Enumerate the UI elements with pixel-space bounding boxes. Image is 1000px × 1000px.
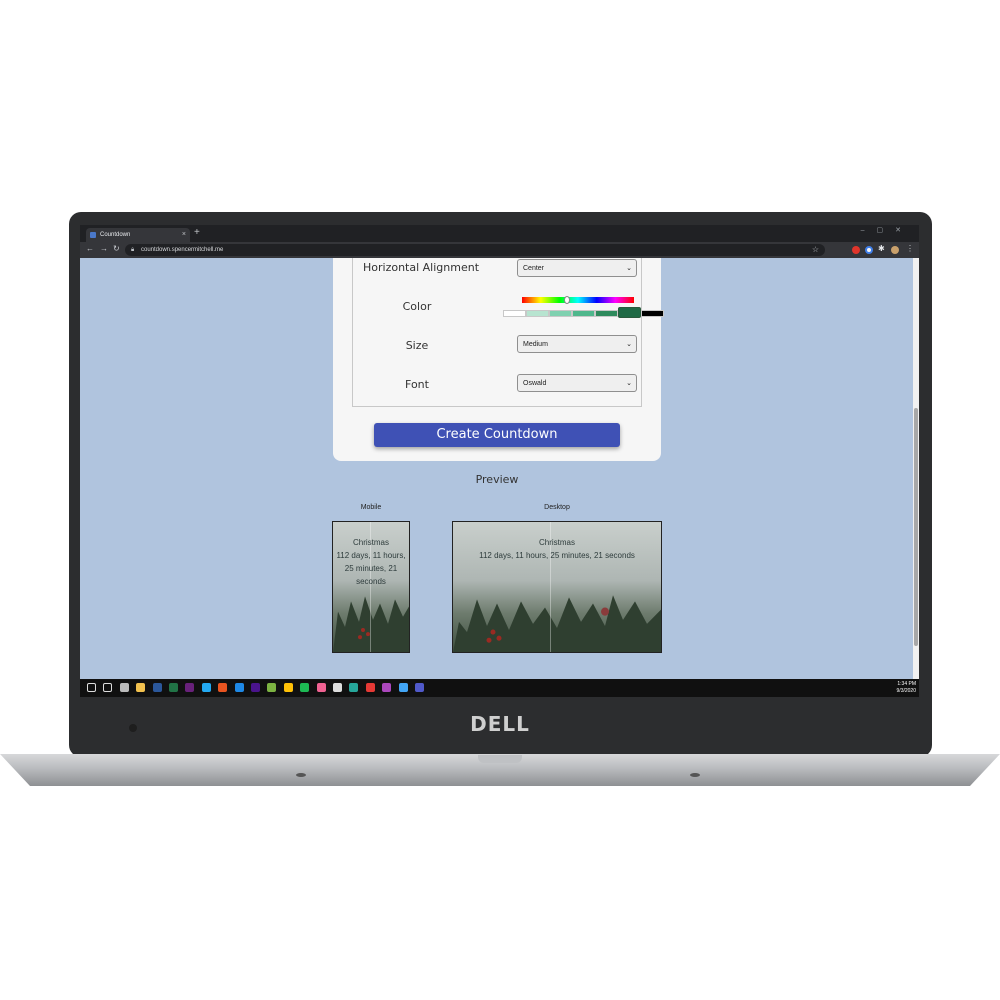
- new-tab-button[interactable]: +: [194, 227, 200, 238]
- preview-heading: Preview: [475, 473, 519, 486]
- forward-icon[interactable]: →: [100, 244, 108, 253]
- horizontal-alignment-select[interactable]: Center ⌄: [517, 259, 637, 277]
- size-label: Size: [405, 339, 429, 352]
- spotify-icon[interactable]: [300, 683, 310, 692]
- windows-taskbar: 1:34 PM 9/3/2020: [80, 679, 919, 697]
- ubuntu-icon[interactable]: [218, 683, 228, 692]
- menu-icon[interactable]: ⋮: [906, 244, 914, 253]
- horizontal-alignment-label: Horizontal Alignment: [362, 261, 480, 274]
- laptop-foot: [296, 773, 306, 777]
- mobile-preview-text: Christmas 112 days, 11 hours, 25 minutes…: [333, 536, 409, 588]
- style-fieldset: Horizontal Alignment Center ⌄ Color Size…: [352, 258, 664, 407]
- tab-close-icon[interactable]: ×: [182, 228, 186, 242]
- create-countdown-button[interactable]: Create Countdown: [374, 423, 620, 447]
- lock-icon: 🔒︎: [131, 247, 135, 253]
- color-swatch[interactable]: [526, 310, 549, 317]
- reload-icon[interactable]: ↻: [113, 244, 120, 253]
- settings-card: Horizontal Alignment Center ⌄ Color Size…: [333, 258, 664, 461]
- app-icon[interactable]: [398, 683, 408, 692]
- app-icon[interactable]: [365, 683, 375, 692]
- color-label: Color: [402, 300, 432, 313]
- color-swatch[interactable]: [595, 310, 618, 317]
- chevron-down-icon: ⌄: [626, 341, 632, 348]
- lid-notch: [478, 755, 522, 763]
- mobile-countdown-line: seconds: [356, 577, 386, 586]
- hue-slider[interactable]: [522, 296, 634, 304]
- mobile-countdown-line: 112 days, 11 hours,: [336, 551, 406, 560]
- desktop-preview: Christmas 112 days, 11 hours, 25 minutes…: [452, 521, 662, 653]
- color-swatch[interactable]: [549, 310, 572, 317]
- word-icon[interactable]: [152, 683, 162, 692]
- app-icon[interactable]: [267, 683, 277, 692]
- desktop-preview-label: Desktop: [544, 504, 570, 511]
- color-swatches: [503, 307, 664, 318]
- windows-start-icon[interactable]: [87, 683, 96, 692]
- app-icon[interactable]: [251, 683, 260, 692]
- foliage-image: [453, 594, 661, 652]
- file-explorer-icon[interactable]: [136, 683, 146, 692]
- extension-icon[interactable]: [852, 246, 860, 254]
- laptop-foot: [690, 773, 700, 777]
- page-viewport: Horizontal Alignment Center ⌄ Color Size…: [80, 258, 913, 679]
- excel-icon[interactable]: [169, 683, 178, 692]
- color-swatch[interactable]: [641, 310, 664, 317]
- mobile-countdown-line: 25 minutes, 21: [344, 564, 398, 573]
- color-swatch[interactable]: [572, 310, 595, 317]
- extensions-puzzle-icon[interactable]: ✱: [878, 244, 885, 253]
- browser-tab-bar: Countdown × + –▢✕: [80, 225, 919, 242]
- dell-logo: DELL: [470, 712, 530, 736]
- chrome-icon[interactable]: [119, 683, 129, 692]
- app-icon[interactable]: [349, 683, 359, 692]
- app-icon[interactable]: [382, 683, 392, 692]
- chevron-down-icon: ⌄: [626, 265, 632, 272]
- vscode-icon[interactable]: [201, 683, 211, 692]
- chevron-down-icon: ⌄: [626, 380, 632, 387]
- mobile-preview-label: Mobile: [360, 504, 382, 511]
- mobile-preview: Christmas 112 days, 11 hours, 25 minutes…: [332, 521, 410, 653]
- browser-tab[interactable]: Countdown ×: [86, 228, 190, 242]
- scrollbar-thumb[interactable]: [914, 408, 918, 646]
- webcam: [129, 724, 137, 732]
- teams-icon[interactable]: [415, 683, 424, 692]
- profile-avatar[interactable]: [891, 246, 899, 254]
- desktop-countdown: 112 days, 11 hours, 25 minutes, 21 secon…: [479, 551, 635, 560]
- clock-date: 9/3/2020: [896, 688, 916, 694]
- favicon-icon: [90, 232, 96, 238]
- size-select[interactable]: Medium ⌄: [517, 335, 637, 353]
- size-value: Medium: [523, 341, 548, 348]
- font-select[interactable]: Oswald ⌄: [517, 374, 637, 392]
- mobile-event-name: Christmas: [352, 538, 389, 547]
- url-text: countdown.spencermitchell.me: [141, 247, 224, 253]
- extension-icon[interactable]: [865, 246, 873, 254]
- color-swatch[interactable]: [503, 310, 526, 317]
- browser-toolbar: ← → ↻ 🔒︎ countdown.spencermitchell.me ☆ …: [80, 242, 919, 258]
- tab-title: Countdown: [100, 232, 131, 238]
- font-label: Font: [405, 378, 429, 391]
- address-bar[interactable]: 🔒︎ countdown.spencermitchell.me ☆: [125, 244, 825, 256]
- foliage-image: [333, 595, 409, 652]
- clock-time: 1:34 PM: [897, 681, 916, 687]
- hue-slider-handle[interactable]: [563, 296, 570, 304]
- task-view-icon[interactable]: [103, 683, 113, 692]
- app-icon[interactable]: [316, 683, 326, 692]
- desktop-event-name: Christmas: [538, 538, 575, 547]
- screen: Countdown × + –▢✕ ← → ↻ 🔒︎ countdown.spe…: [80, 225, 919, 697]
- desktop-preview-text: Christmas 112 days, 11 hours, 25 minutes…: [453, 536, 661, 562]
- window-controls[interactable]: –▢✕: [861, 226, 913, 234]
- horizontal-alignment-value: Center: [523, 265, 545, 272]
- visual-studio-icon[interactable]: [185, 683, 195, 692]
- taskbar-clock[interactable]: 1:34 PM 9/3/2020: [897, 681, 916, 695]
- bookmark-star-icon[interactable]: ☆: [812, 244, 819, 256]
- back-icon[interactable]: ←: [86, 244, 94, 253]
- color-swatch[interactable]: [618, 307, 641, 318]
- chrome-icon[interactable]: [333, 683, 342, 692]
- app-icon[interactable]: [234, 683, 244, 692]
- page-scrollbar[interactable]: [913, 258, 919, 679]
- font-value: Oswald: [523, 380, 547, 387]
- app-icon[interactable]: [283, 683, 293, 692]
